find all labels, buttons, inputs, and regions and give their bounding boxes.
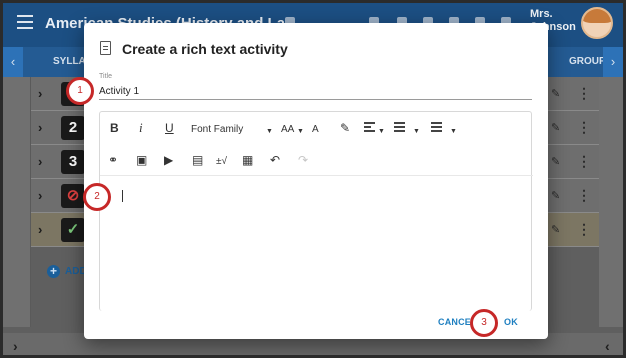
checkmark-icon: ✓: [61, 218, 85, 242]
tab-group[interactable]: GROUP: [569, 56, 606, 67]
dialog-title: Create a rich text activity: [122, 41, 288, 57]
expand-chevron-icon[interactable]: ›: [38, 120, 42, 135]
bullet-list-icon[interactable]: [431, 122, 442, 138]
font-size-icon[interactable]: AA: [281, 122, 294, 138]
edit-pencil-icon[interactable]: ✎: [551, 121, 563, 134]
edit-pencil-icon[interactable]: ✎: [551, 189, 563, 202]
edit-pencil-icon[interactable]: ✎: [551, 87, 563, 100]
file-icon[interactable]: ▤: [192, 152, 203, 168]
tab-scroll-left-icon[interactable]: ‹: [3, 47, 23, 77]
text-color-icon[interactable]: A: [312, 122, 319, 138]
table-icon[interactable]: ▦: [242, 152, 253, 168]
expand-chevron-icon[interactable]: ›: [38, 222, 42, 237]
editor-toolbar-row-2: ⚭ ▣ ▶ ▤ ±√ ▦ ↶ ↷: [100, 144, 533, 176]
scroll-left-icon[interactable]: ›: [13, 338, 18, 354]
edit-pencil-icon[interactable]: ✎: [551, 155, 563, 168]
unit-number-icon: 2: [61, 116, 85, 140]
expand-chevron-icon[interactable]: ›: [38, 154, 42, 169]
callout-marker: 2: [83, 183, 111, 211]
more-options-icon[interactable]: ⋮: [577, 85, 591, 102]
more-options-icon[interactable]: ⋮: [577, 119, 591, 136]
image-icon[interactable]: ▣: [136, 152, 147, 168]
title-field-label: Title: [99, 73, 112, 80]
math-icon[interactable]: ±√: [216, 154, 227, 170]
document-icon: [100, 41, 111, 55]
text-cursor: [122, 190, 123, 202]
expand-chevron-icon[interactable]: ›: [38, 86, 42, 101]
more-options-icon[interactable]: ⋮: [577, 221, 591, 238]
redo-icon: ↷: [298, 153, 309, 167]
video-icon[interactable]: ▶: [164, 152, 173, 168]
font-size-caret-icon[interactable]: ▼: [297, 124, 304, 140]
align-icon[interactable]: [364, 122, 375, 138]
bullet-list-caret-icon[interactable]: ▼: [450, 124, 457, 140]
prohibited-icon: ⊘: [61, 184, 85, 208]
scroll-right-icon[interactable]: ‹: [605, 338, 610, 354]
numbered-list-icon[interactable]: [394, 122, 405, 138]
editor-toolbar-row-1: B i U Font Family ▼ AA ▼ A ✎ ▼ ▼ ▼: [100, 112, 533, 144]
title-input[interactable]: [99, 83, 532, 100]
tab-syllabus[interactable]: SYLLA: [53, 56, 86, 67]
avatar[interactable]: [581, 7, 613, 39]
highlight-icon[interactable]: ✎: [340, 120, 350, 136]
add-plus-icon[interactable]: +: [47, 265, 60, 278]
more-options-icon[interactable]: ⋮: [577, 187, 591, 204]
rich-text-editor: B i U Font Family ▼ AA ▼ A ✎ ▼ ▼ ▼ ⚭ ▣ ▶: [99, 111, 533, 311]
italic-icon[interactable]: i: [139, 120, 143, 136]
left-rail: [3, 77, 31, 327]
expand-chevron-icon[interactable]: ›: [38, 188, 42, 203]
right-rail: [599, 77, 623, 327]
undo-icon[interactable]: ↶: [270, 152, 280, 168]
callout-marker: 1: [66, 77, 94, 105]
edit-pencil-icon[interactable]: ✎: [551, 223, 563, 236]
font-family-select[interactable]: Font Family: [191, 122, 243, 138]
unit-number-icon: 3: [61, 150, 85, 174]
screenshot-frame: American Studies (History and La Mrs. Jo…: [0, 0, 626, 358]
align-caret-icon[interactable]: ▼: [378, 124, 385, 140]
bold-icon[interactable]: B: [110, 120, 119, 136]
callout-marker: 3: [470, 309, 498, 337]
ok-button[interactable]: OK: [504, 317, 518, 327]
tab-scroll-right-icon[interactable]: ›: [603, 47, 623, 77]
more-options-icon[interactable]: ⋮: [577, 153, 591, 170]
numbered-list-caret-icon[interactable]: ▼: [413, 124, 420, 140]
create-activity-dialog: Create a rich text activity Title B i U …: [84, 23, 548, 339]
hamburger-menu-icon[interactable]: [17, 15, 33, 31]
underline-icon[interactable]: U: [165, 120, 174, 136]
font-family-caret-icon[interactable]: ▼: [266, 124, 273, 140]
link-icon[interactable]: ⚭: [108, 152, 118, 168]
